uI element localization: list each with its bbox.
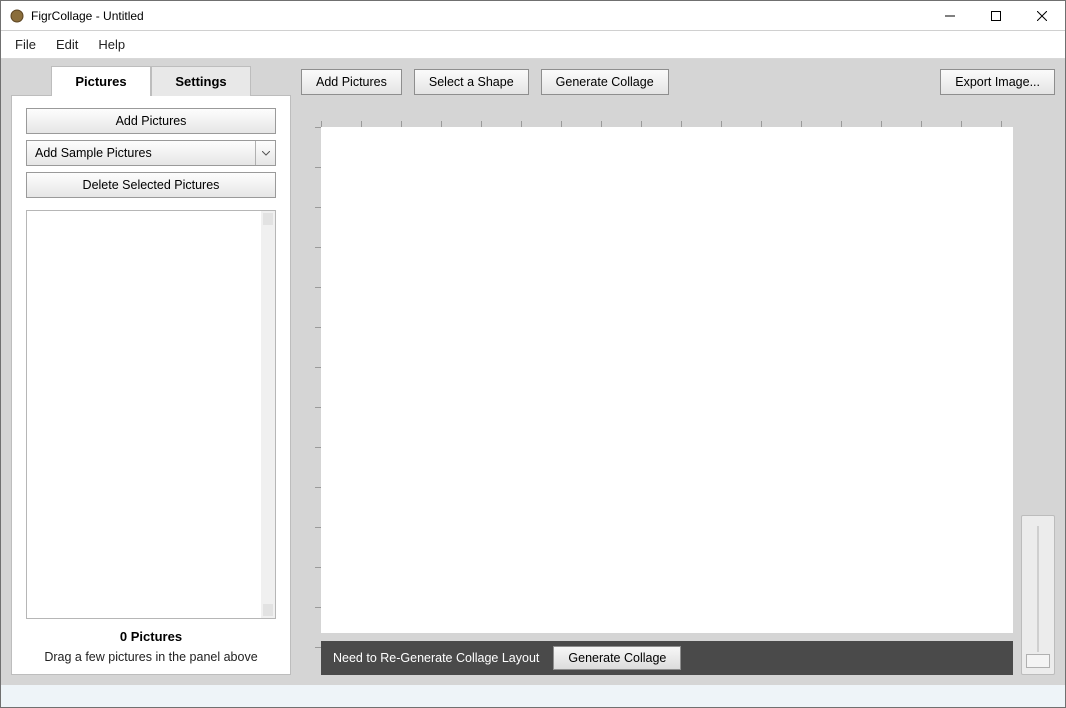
scroll-down-icon [263,604,273,616]
status-bar: Need to Re-Generate Collage Layout Gener… [321,641,1013,675]
zoom-slider-track [1037,526,1039,652]
picture-list[interactable] [26,210,276,619]
chevron-down-icon [255,141,275,165]
menu-edit[interactable]: Edit [46,33,88,56]
left-panel: Pictures Settings Add Pictures Add Sampl… [1,59,301,685]
app-window: FigrCollage - Untitled File Edit Help Pi… [0,0,1066,708]
add-pictures-button[interactable]: Add Pictures [26,108,276,134]
main-toolbar: Add Pictures Select a Shape Generate Col… [301,65,1055,99]
canvas-area: Need to Re-Generate Collage Layout Gener… [301,107,1055,675]
zoom-slider-thumb[interactable] [1026,654,1050,668]
status-message: Need to Re-Generate Collage Layout [333,651,539,665]
menu-help[interactable]: Help [88,33,135,56]
picture-panel-footer: 0 Pictures Drag a few pictures in the pa… [26,619,276,664]
picture-hint-label: Drag a few pictures in the panel above [26,650,276,664]
toolbar-select-shape-button[interactable]: Select a Shape [414,69,529,95]
titlebar: FigrCollage - Untitled [1,1,1065,31]
ruler-corner [301,107,321,127]
tab-settings[interactable]: Settings [151,66,251,96]
pictures-panel: Add Pictures Add Sample Pictures Delete … [11,95,291,675]
picture-list-scrollbar[interactable] [261,211,275,618]
minimize-button[interactable] [927,1,973,30]
picture-count-label: 0 Pictures [26,629,276,644]
close-button[interactable] [1019,1,1065,30]
menu-file[interactable]: File [5,33,46,56]
zoom-slider[interactable] [1021,515,1055,675]
add-sample-pictures-label: Add Sample Pictures [35,146,152,160]
toolbar-generate-collage-button[interactable]: Generate Collage [541,69,669,95]
sidebar-tabs: Pictures Settings [51,65,291,95]
client-area: Pictures Settings Add Pictures Add Sampl… [1,59,1065,707]
tab-pictures[interactable]: Pictures [51,66,151,96]
menubar: File Edit Help [1,31,1065,59]
ruler-vertical [301,127,321,633]
app-icon [9,8,25,24]
toolbar-export-image-button[interactable]: Export Image... [940,69,1055,95]
collage-canvas[interactable] [321,127,1013,633]
ruler-horizontal [321,107,1013,127]
footer-strip [1,685,1065,707]
status-generate-collage-button[interactable]: Generate Collage [553,646,681,670]
scroll-up-icon [263,213,273,225]
main-area: Add Pictures Select a Shape Generate Col… [301,59,1065,685]
toolbar-add-pictures-button[interactable]: Add Pictures [301,69,402,95]
window-title: FigrCollage - Untitled [31,9,927,23]
maximize-button[interactable] [973,1,1019,30]
delete-selected-pictures-button[interactable]: Delete Selected Pictures [26,172,276,198]
add-sample-pictures-select[interactable]: Add Sample Pictures [26,140,276,166]
window-controls [927,1,1065,30]
